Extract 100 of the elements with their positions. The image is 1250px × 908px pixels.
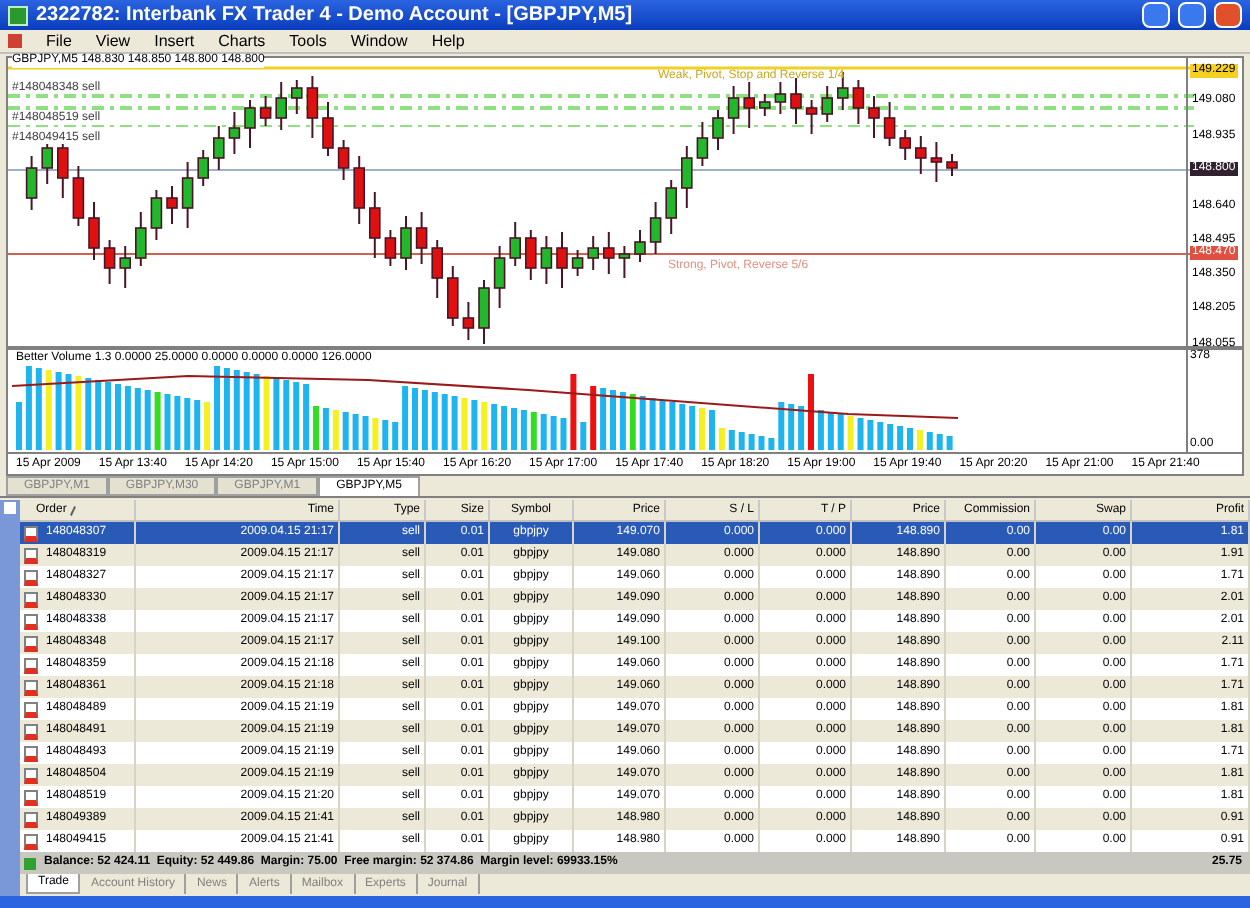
candle <box>556 231 568 289</box>
candle <box>915 135 927 175</box>
volume-bar <box>689 406 696 450</box>
volume-bar <box>303 384 310 450</box>
volume-bar <box>590 386 597 450</box>
volume-bar <box>421 390 428 450</box>
volume-bar <box>728 430 735 450</box>
candle <box>275 81 287 131</box>
volume-bar <box>649 398 656 450</box>
candle <box>384 229 397 267</box>
volume-bar <box>204 402 211 450</box>
candle <box>478 279 490 345</box>
menu-item[interactable]: Tools <box>289 29 327 53</box>
candle <box>447 265 459 327</box>
candle <box>291 79 303 115</box>
candle <box>415 211 428 265</box>
volume-bar <box>610 390 616 450</box>
candle <box>805 99 818 135</box>
volume-bar <box>718 428 725 450</box>
candle <box>712 109 724 151</box>
volume-bar <box>293 382 300 450</box>
menu-item[interactable]: File <box>46 29 72 53</box>
volume-bar <box>946 436 953 450</box>
volume-bar <box>362 416 369 450</box>
volume-bar <box>431 392 438 450</box>
volume-bar <box>758 436 765 450</box>
volume-bar <box>174 396 181 450</box>
volume-bar <box>144 390 151 450</box>
candle <box>353 155 365 225</box>
volume-bar <box>857 418 864 450</box>
volume-bar <box>164 394 171 450</box>
volume-bar <box>837 414 844 450</box>
volume-bar <box>511 408 517 450</box>
candle <box>72 165 85 227</box>
volume-bar <box>699 408 706 450</box>
minimize-button[interactable] <box>1142 2 1170 28</box>
candle <box>618 245 631 279</box>
candle <box>135 211 147 267</box>
volume-bar <box>808 374 814 450</box>
volume-bar <box>412 388 418 450</box>
candle <box>306 75 319 139</box>
volume-bar <box>194 400 201 450</box>
candle <box>743 81 755 129</box>
sort-icon <box>70 505 77 515</box>
volume-bar <box>95 380 102 450</box>
menu-item[interactable]: Help <box>431 29 465 53</box>
candle <box>259 95 272 127</box>
close-button[interactable] <box>1214 2 1242 28</box>
volume-bar <box>827 412 834 450</box>
candle <box>868 95 880 139</box>
menu-item[interactable]: Charts <box>218 29 266 53</box>
candle <box>930 141 943 183</box>
candle <box>587 235 599 271</box>
volume-bar <box>471 400 478 450</box>
candle <box>883 101 896 147</box>
volume-bar <box>560 418 567 450</box>
candle <box>322 101 334 157</box>
volume-bar <box>273 378 280 450</box>
volume-bar <box>322 408 329 450</box>
candle <box>213 125 225 171</box>
volume-bar <box>243 372 250 450</box>
volume-bar <box>530 412 537 450</box>
menu-item[interactable]: View <box>95 29 131 53</box>
volume-bar <box>768 438 775 450</box>
candle <box>727 85 740 135</box>
volume-bar <box>105 382 112 450</box>
volume-bar <box>332 410 339 450</box>
volume-bar <box>877 422 884 450</box>
app-icon <box>8 5 28 25</box>
volume-bar <box>392 422 399 450</box>
volume-bar <box>580 422 587 450</box>
candle <box>540 235 553 285</box>
volume-bar <box>679 404 686 450</box>
candle <box>649 201 662 255</box>
volume-bar <box>253 374 260 450</box>
volume-bar <box>748 434 755 450</box>
candle <box>509 221 521 267</box>
volume-bar <box>214 366 220 450</box>
menu-item[interactable]: Insert <box>154 29 195 53</box>
volume-bar <box>619 392 626 450</box>
volume-bar <box>55 372 62 450</box>
candle <box>462 301 475 341</box>
volume-bar <box>313 406 319 450</box>
volume-bar <box>263 376 270 450</box>
maximize-button[interactable] <box>1178 2 1206 28</box>
candle <box>88 201 100 261</box>
menu-item[interactable]: Window <box>350 29 408 53</box>
candle <box>166 185 178 225</box>
candle <box>493 245 506 309</box>
candle <box>119 245 131 289</box>
volume-bar <box>35 368 42 450</box>
volume-bar <box>441 394 448 450</box>
candle <box>525 229 537 281</box>
candle <box>759 93 771 117</box>
volume-bar <box>600 388 607 450</box>
volume-bar <box>936 434 943 450</box>
volume-bar <box>659 400 666 450</box>
volume-bar <box>75 376 82 450</box>
volume-bar <box>897 426 904 450</box>
window-title: 2322782: Interbank FX Trader 4 - Demo Account - [GBPJPY,M5] <box>36 2 635 30</box>
